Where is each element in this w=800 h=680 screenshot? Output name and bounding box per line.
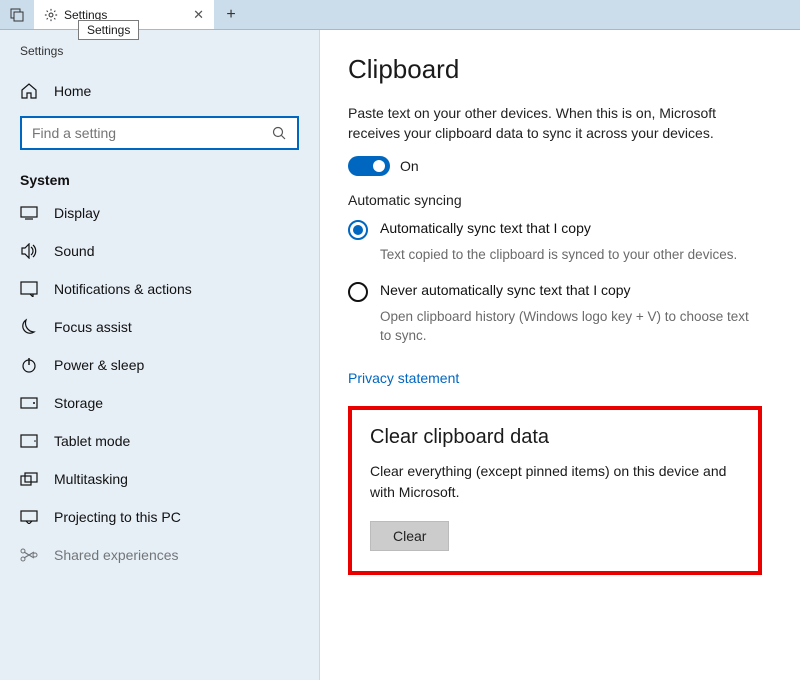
- page-description: Paste text on your other devices. When t…: [348, 103, 762, 144]
- power-icon: [20, 356, 38, 374]
- sidebar-item-label: Multitasking: [54, 471, 128, 487]
- multitasking-icon: [20, 470, 38, 488]
- sidebar-item-label: Sound: [54, 243, 94, 259]
- sidebar-item-projecting[interactable]: Projecting to this PC: [0, 498, 319, 536]
- home-icon: [20, 82, 38, 100]
- sidebar-item-label: Notifications & actions: [54, 281, 192, 297]
- new-tab-button[interactable]: +: [214, 0, 248, 29]
- radio-auto-sync[interactable]: Automatically sync text that I copy: [348, 220, 762, 240]
- focus-icon: [20, 318, 38, 336]
- notifications-icon: [20, 280, 38, 298]
- sidebar-item-label: Display: [54, 205, 100, 221]
- privacy-link[interactable]: Privacy statement: [348, 370, 459, 386]
- sidebar-item-power[interactable]: Power & sleep: [0, 346, 319, 384]
- sidebar: Settings Home System Display Sound Notif…: [0, 30, 320, 680]
- radio-never-sub: Open clipboard history (Windows logo key…: [380, 308, 762, 346]
- radio-icon: [348, 282, 368, 302]
- page-title: Clipboard: [348, 54, 762, 85]
- sidebar-item-multitasking[interactable]: Multitasking: [0, 460, 319, 498]
- sidebar-home-label: Home: [54, 83, 91, 99]
- radio-never-sync[interactable]: Never automatically sync text that I cop…: [348, 282, 762, 302]
- display-icon: [20, 204, 38, 222]
- sidebar-item-sound[interactable]: Sound: [0, 232, 319, 270]
- clear-button[interactable]: Clear: [370, 521, 449, 551]
- shared-icon: [20, 546, 38, 564]
- sidebar-item-storage[interactable]: Storage: [0, 384, 319, 422]
- clear-title: Clear clipboard data: [370, 426, 740, 449]
- close-icon[interactable]: ✕: [193, 7, 204, 23]
- tablet-icon: [20, 432, 38, 450]
- sound-icon: [20, 242, 38, 260]
- sidebar-item-label: Power & sleep: [54, 357, 144, 373]
- sidebar-item-label: Shared experiences: [54, 547, 179, 563]
- search-input[interactable]: [32, 125, 271, 141]
- sidebar-home[interactable]: Home: [0, 72, 319, 110]
- search-icon: [271, 125, 287, 141]
- sidebar-item-label: Focus assist: [54, 319, 132, 335]
- tab-tooltip: Settings: [78, 20, 139, 40]
- sidebar-item-display[interactable]: Display: [0, 194, 319, 232]
- radio-auto-sub: Text copied to the clipboard is synced t…: [380, 246, 762, 265]
- projecting-icon: [20, 508, 38, 526]
- sidebar-item-notifications[interactable]: Notifications & actions: [0, 270, 319, 308]
- search-box[interactable]: [20, 116, 299, 150]
- storage-icon: [20, 394, 38, 412]
- sidebar-item-label: Projecting to this PC: [54, 509, 181, 525]
- app-name: Settings: [0, 44, 319, 72]
- sidebar-item-shared[interactable]: Shared experiences: [0, 536, 319, 574]
- clear-clipboard-section: Clear clipboard data Clear everything (e…: [348, 406, 762, 575]
- sidebar-item-label: Tablet mode: [54, 433, 130, 449]
- radio-label: Never automatically sync text that I cop…: [380, 282, 631, 298]
- gear-icon: [44, 8, 58, 22]
- multitask-button[interactable]: [0, 0, 34, 29]
- toggle-label: On: [400, 158, 419, 174]
- sidebar-section-system: System: [0, 164, 319, 194]
- sync-toggle[interactable]: [348, 156, 390, 176]
- sidebar-item-label: Storage: [54, 395, 103, 411]
- sync-heading: Automatic syncing: [348, 192, 762, 208]
- sidebar-item-tablet[interactable]: Tablet mode: [0, 422, 319, 460]
- radio-icon: [348, 220, 368, 240]
- clear-desc: Clear everything (except pinned items) o…: [370, 461, 740, 503]
- radio-label: Automatically sync text that I copy: [380, 220, 591, 236]
- sidebar-item-focus[interactable]: Focus assist: [0, 308, 319, 346]
- main-pane: Clipboard Paste text on your other devic…: [320, 30, 800, 680]
